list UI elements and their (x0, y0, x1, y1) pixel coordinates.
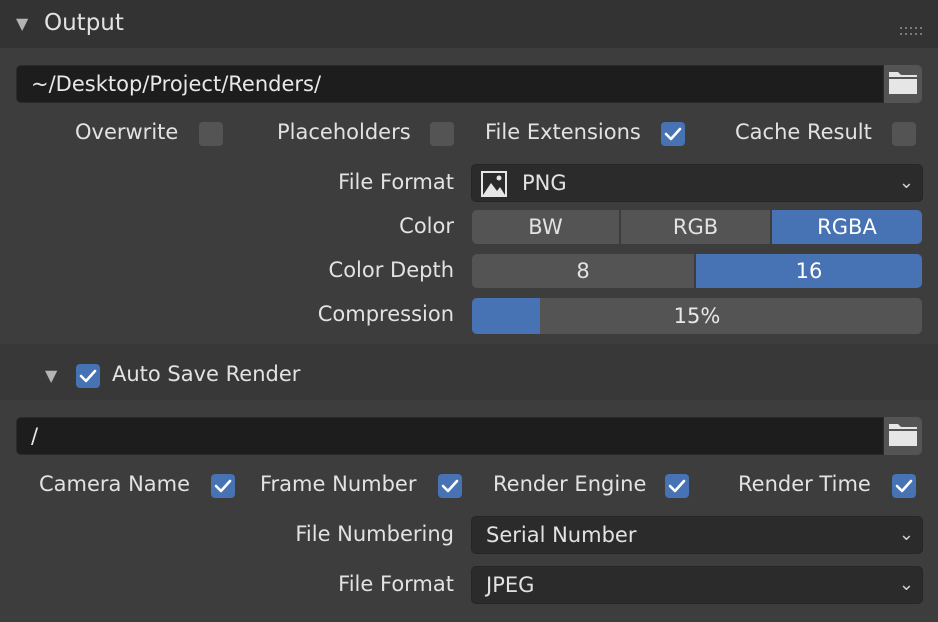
render-engine-checkbox[interactable] (665, 474, 689, 498)
auto-save-path-field[interactable]: / (16, 417, 884, 455)
auto-save-file-format-value: JPEG (486, 573, 535, 597)
panel-header[interactable] (0, 0, 938, 48)
auto-save-file-format-dropdown[interactable]: JPEG ⌄ (471, 566, 923, 604)
render-time-label: Render Time (738, 472, 871, 496)
file-extensions-checkbox[interactable] (661, 122, 685, 146)
chevron-down-icon: ⌄ (898, 172, 914, 193)
color-label: Color (399, 214, 454, 238)
auto-save-label: Auto Save Render (112, 362, 301, 386)
color-rgba-button[interactable]: RGBA (772, 210, 922, 244)
expand-triangle-icon[interactable]: ▼ (45, 366, 57, 385)
color-depth-label: Color Depth (328, 258, 454, 282)
folder-icon (888, 69, 918, 100)
output-path-field[interactable]: ~/Desktop/Project/Renders/ (16, 65, 884, 103)
color-depth-8-button[interactable]: 8 (472, 254, 694, 288)
compression-value: 15% (673, 304, 721, 328)
render-engine-label: Render Engine (493, 472, 647, 496)
compression-label: Compression (317, 302, 454, 326)
overwrite-label: Overwrite (75, 120, 179, 144)
frame-number-checkbox[interactable] (438, 474, 462, 498)
collapse-triangle-icon[interactable]: ▼ (16, 14, 28, 33)
file-extensions-label: File Extensions (485, 120, 641, 144)
chevron-down-icon: ⌄ (898, 574, 914, 595)
placeholders-label: Placeholders (277, 120, 411, 144)
chevron-down-icon: ⌄ (898, 524, 914, 545)
file-numbering-dropdown[interactable]: Serial Number ⌄ (471, 516, 923, 554)
color-rgb-button[interactable]: RGB (621, 210, 770, 244)
overwrite-checkbox[interactable] (199, 122, 223, 146)
file-numbering-value: Serial Number (486, 523, 637, 547)
cache-result-label: Cache Result (735, 120, 872, 144)
panel-title: Output (44, 10, 124, 36)
browse-folder-button[interactable] (884, 65, 922, 103)
camera-name-label: Camera Name (39, 472, 191, 496)
auto-save-checkbox[interactable] (76, 364, 100, 388)
color-depth-16-button[interactable]: 16 (696, 254, 922, 288)
auto-save-file-format-label: File Format (338, 572, 454, 596)
checkmark-icon (441, 479, 459, 493)
file-format-value: PNG (522, 171, 567, 195)
image-icon (481, 171, 507, 208)
folder-icon (888, 421, 918, 452)
file-numbering-label: File Numbering (295, 522, 454, 546)
render-time-checkbox[interactable] (892, 474, 916, 498)
checkmark-icon (214, 479, 232, 493)
color-bw-button[interactable]: BW (472, 210, 619, 244)
placeholders-checkbox[interactable] (430, 122, 454, 146)
checkmark-icon (664, 127, 682, 141)
compression-slider[interactable]: 15% (472, 298, 922, 334)
camera-name-checkbox[interactable] (211, 474, 235, 498)
file-format-dropdown[interactable]: PNG ⌄ (471, 164, 923, 202)
cache-result-checkbox[interactable] (892, 122, 916, 146)
file-format-label: File Format (338, 170, 454, 194)
checkmark-icon (895, 479, 913, 493)
auto-save-browse-button[interactable] (884, 417, 922, 455)
drag-handle-icon[interactable] (900, 18, 922, 42)
frame-number-label: Frame Number (260, 472, 417, 496)
checkmark-icon (79, 369, 97, 383)
checkmark-icon (668, 479, 686, 493)
